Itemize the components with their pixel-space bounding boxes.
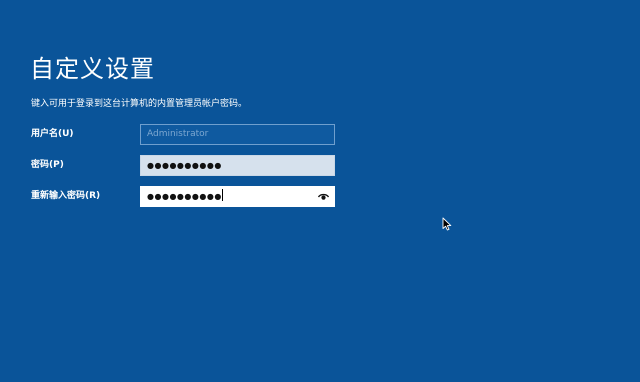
password-label: 密码(P) — [31, 160, 64, 170]
password-field[interactable]: ●●●●●●●●●● — [140, 155, 335, 176]
mouse-pointer-icon — [442, 217, 452, 231]
page-title: 自定义设置 — [30, 55, 155, 83]
confirm-password-value: ●●●●●●●●●● — [147, 192, 222, 201]
username-field[interactable]: Administrator — [140, 124, 335, 145]
username-label: 用户名(U) — [31, 129, 74, 139]
confirm-password-field[interactable]: ●●●●●●●●●● — [140, 186, 335, 207]
instructions-text: 键入可用于登录到这台计算机的内置管理员帐户密码。 — [31, 99, 248, 109]
password-value: ●●●●●●●●●● — [147, 161, 222, 170]
confirm-password-label: 重新输入密码(R) — [31, 191, 101, 201]
eye-icon[interactable] — [318, 193, 329, 201]
text-caret — [221, 189, 223, 201]
username-placeholder: Administrator — [147, 129, 209, 139]
